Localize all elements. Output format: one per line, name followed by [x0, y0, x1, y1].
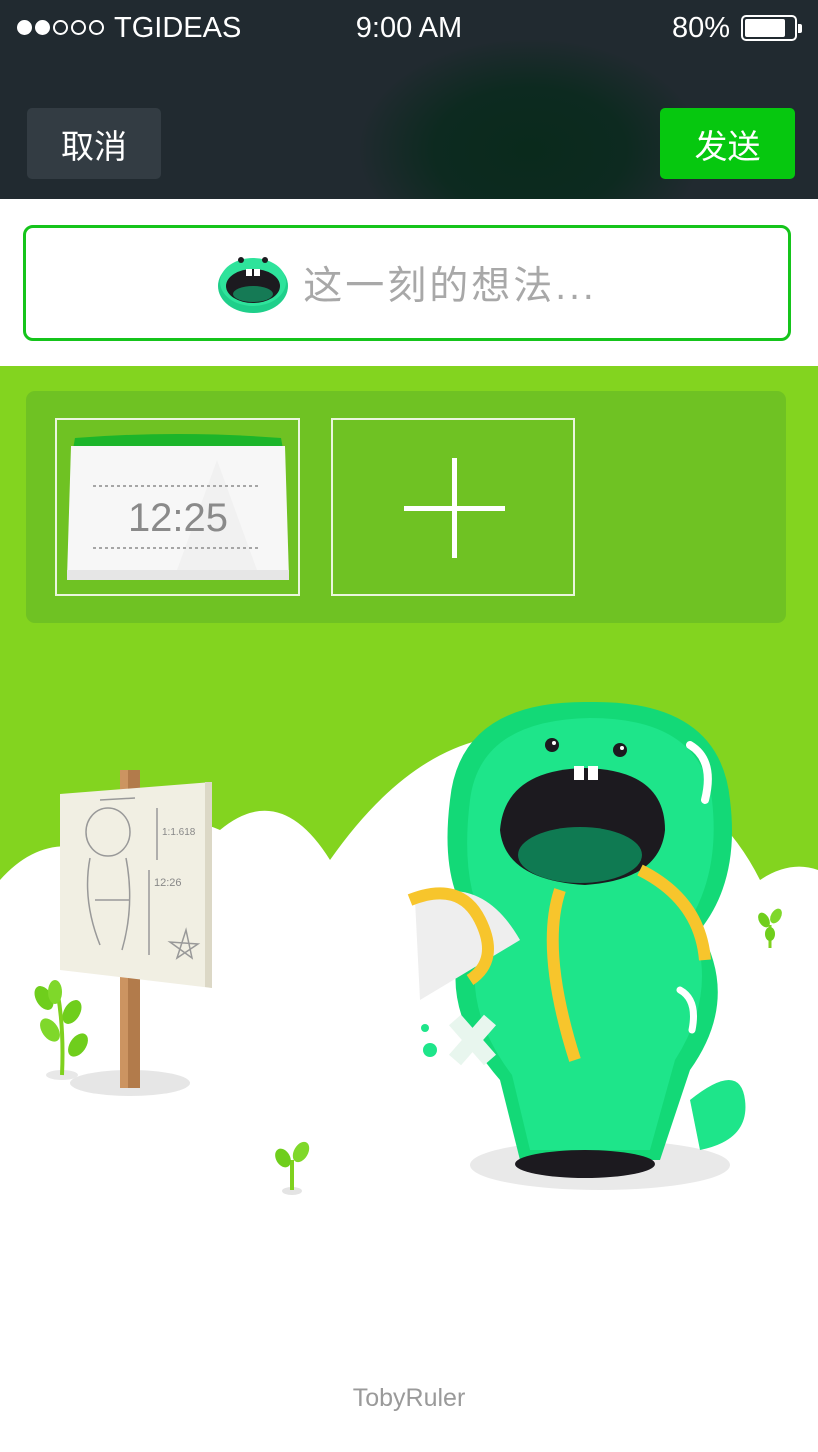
sign-time-text: 12:26 [154, 877, 182, 889]
status-bar: TGIDEAS 9:00 AM 80% [0, 0, 818, 56]
illustration-scene: 1:1.618 12:26 [0, 701, 818, 1240]
sign-ratio-text: 1:1.618 [162, 827, 196, 838]
input-placeholder: 这一刻的想法... [303, 265, 597, 308]
clock-time-text: 12:25 [128, 496, 228, 540]
cancel-button[interactable]: 取消 [27, 108, 161, 179]
header-background-blur [360, 40, 700, 199]
photo-thumbnail[interactable]: 12:25 [55, 418, 300, 596]
footer-credit: TobyRuler [352, 1384, 466, 1412]
send-button[interactable]: 发送 [660, 108, 795, 179]
battery-icon [741, 15, 802, 41]
monster-avatar-icon [218, 257, 289, 313]
clock-card-icon: 12:25 [57, 420, 298, 594]
moment-text-input[interactable]: 这一刻的想法... [23, 225, 791, 341]
nav-header: TGIDEAS 9:00 AM 80% 取消 发送 [0, 0, 818, 199]
battery-percent: 80% [672, 12, 731, 44]
add-photo-button[interactable] [331, 418, 575, 596]
